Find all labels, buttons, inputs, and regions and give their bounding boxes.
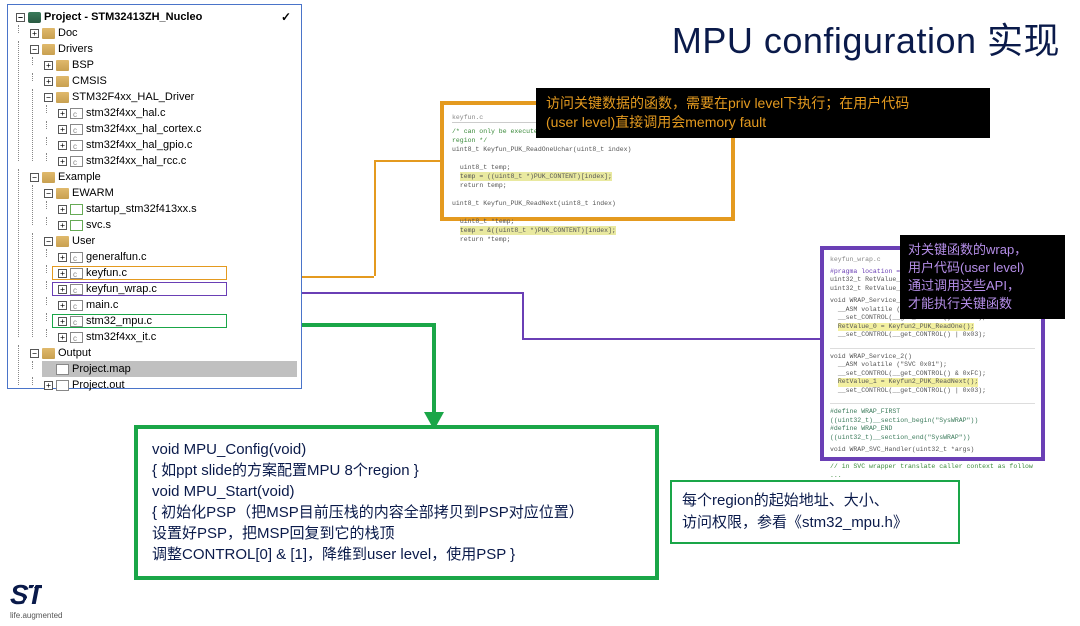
expand-icon[interactable]: + <box>58 157 67 166</box>
code-snippet-mpu-config: void MPU_Config(void) { 如ppt slide的方案配置M… <box>134 425 659 580</box>
check-icon: ✓ <box>281 9 295 25</box>
tree-folder-user[interactable]: −User <box>42 233 297 249</box>
collapse-icon[interactable]: − <box>44 189 53 198</box>
st-logo: ST life.augmented <box>10 579 80 620</box>
connector-purple <box>302 292 522 294</box>
collapse-icon[interactable]: − <box>16 13 25 22</box>
expand-icon[interactable]: + <box>58 333 67 342</box>
connector-orange <box>374 160 376 276</box>
expand-icon[interactable]: + <box>44 381 53 390</box>
expand-icon[interactable]: + <box>58 205 67 214</box>
c-file-icon <box>70 124 83 135</box>
annotation-purple: 对关键函数的wrap， 用户代码(user level) 通过调用这些API， … <box>900 235 1065 319</box>
c-file-icon <box>70 300 83 311</box>
folder-icon <box>42 44 55 55</box>
tree-file[interactable]: +stm32f4xx_it.c <box>56 329 297 345</box>
tree-file[interactable]: +svc.s <box>56 217 297 233</box>
tree-file[interactable]: +generalfun.c <box>56 249 297 265</box>
c-file-icon <box>70 140 83 151</box>
expand-icon[interactable]: + <box>58 253 67 262</box>
connector-purple <box>522 292 524 338</box>
project-icon <box>28 12 41 23</box>
c-file-icon <box>70 156 83 167</box>
annotation-green: 每个region的起始地址、大小、 访问权限，参看《stm32_mpu.h》 <box>670 480 960 544</box>
tree-folder-doc[interactable]: +Doc <box>28 25 297 41</box>
st-logo-tag: life.augmented <box>10 611 62 620</box>
tree-folder-ewarm[interactable]: −EWARM <box>42 185 297 201</box>
connector-purple <box>522 338 822 340</box>
expand-icon[interactable]: + <box>30 29 39 38</box>
tree-folder-drivers[interactable]: −Drivers <box>28 41 297 57</box>
folder-icon <box>56 92 69 103</box>
folder-icon <box>42 172 55 183</box>
tree-file-project-map[interactable]: Project.map <box>42 361 297 377</box>
tree-file[interactable]: +stm32f4xx_hal.c <box>56 105 297 121</box>
tree-folder-bsp[interactable]: +BSP <box>42 57 297 73</box>
c-file-icon <box>70 284 83 295</box>
output-file-icon <box>56 364 69 375</box>
c-file-icon <box>70 108 83 119</box>
connector-orange <box>302 276 374 278</box>
asm-file-icon <box>70 220 83 231</box>
tree-file[interactable]: +stm32f4xx_hal_rcc.c <box>56 153 297 169</box>
st-logo-mark: ST <box>10 579 42 611</box>
tree-folder-cmsis[interactable]: +CMSIS <box>42 73 297 89</box>
asm-file-icon <box>70 204 83 215</box>
expand-icon[interactable]: + <box>58 125 67 134</box>
tree-file[interactable]: +stm32f4xx_hal_cortex.c <box>56 121 297 137</box>
folder-icon <box>56 236 69 247</box>
tree-folder-hal[interactable]: −STM32F4xx_HAL_Driver <box>42 89 297 105</box>
tree-file-keyfun-wrap[interactable]: +keyfun_wrap.c <box>56 281 297 297</box>
folder-icon <box>42 348 55 359</box>
connector-orange <box>374 160 440 162</box>
output-file-icon <box>56 380 69 391</box>
tree-folder-output[interactable]: −Output <box>28 345 297 361</box>
annotation-orange: 访问关键数据的函数，需要在priv level下执行；在用户代码 (user l… <box>536 88 990 138</box>
expand-icon[interactable]: + <box>58 269 67 278</box>
slide-title: MPU configuration 实现 <box>672 12 1060 64</box>
tree-file-project-out[interactable]: +Project.out <box>42 377 297 393</box>
tree-file[interactable]: +startup_stm32f413xx.s <box>56 201 297 217</box>
project-tree[interactable]: − Project - STM32413ZH_Nucleo ✓ +Doc −Dr… <box>14 9 297 393</box>
tree-file[interactable]: +stm32f4xx_hal_gpio.c <box>56 137 297 153</box>
c-file-icon <box>70 332 83 343</box>
expand-icon[interactable]: + <box>58 221 67 230</box>
c-file-icon <box>70 252 83 263</box>
folder-icon <box>42 28 55 39</box>
collapse-icon[interactable]: − <box>44 237 53 246</box>
collapse-icon[interactable]: − <box>30 173 39 182</box>
expand-icon[interactable]: + <box>44 61 53 70</box>
expand-icon[interactable]: + <box>58 141 67 150</box>
collapse-icon[interactable]: − <box>30 45 39 54</box>
expand-icon[interactable]: + <box>58 109 67 118</box>
collapse-icon[interactable]: − <box>44 93 53 102</box>
folder-icon <box>56 188 69 199</box>
expand-icon[interactable]: + <box>58 317 67 326</box>
c-file-icon <box>70 316 83 327</box>
expand-icon[interactable]: + <box>44 77 53 86</box>
project-tree-panel: − Project - STM32413ZH_Nucleo ✓ +Doc −Dr… <box>7 4 302 389</box>
expand-icon[interactable]: + <box>58 301 67 310</box>
c-file-icon <box>70 268 83 279</box>
folder-icon <box>56 76 69 87</box>
tree-file[interactable]: +main.c <box>56 297 297 313</box>
expand-icon[interactable]: + <box>58 285 67 294</box>
connector-green <box>302 323 434 327</box>
tree-folder-example[interactable]: −Example <box>28 169 297 185</box>
tree-file-keyfun[interactable]: +keyfun.c <box>56 265 297 281</box>
collapse-icon[interactable]: − <box>30 349 39 358</box>
folder-icon <box>56 60 69 71</box>
tree-root[interactable]: − Project - STM32413ZH_Nucleo ✓ <box>14 9 297 25</box>
connector-green <box>432 323 436 415</box>
tree-file-stm32-mpu[interactable]: +stm32_mpu.c <box>56 313 297 329</box>
tree-label: Project - STM32413ZH_Nucleo <box>44 9 202 25</box>
